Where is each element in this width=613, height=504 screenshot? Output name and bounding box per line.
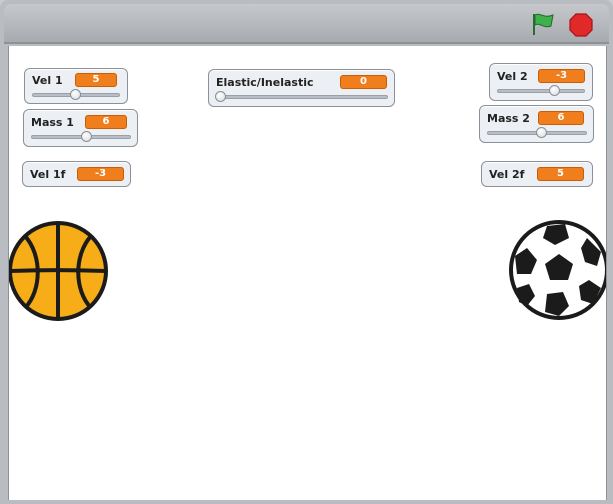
monitor-value: 6: [85, 115, 127, 129]
monitor-label: Mass 2: [487, 112, 530, 125]
basketball-sprite[interactable]: [9, 220, 111, 324]
monitor-label: Vel 1f: [30, 168, 66, 181]
slider-knob[interactable]: [81, 131, 92, 142]
monitor-label: Mass 1: [31, 116, 74, 129]
soccer-ball-sprite[interactable]: [507, 218, 606, 322]
monitor-vel2: Vel 2 -3: [489, 63, 593, 101]
stage[interactable]: Vel 1 5 Mass 1 6 Elastic/Inelastic 0 Vel…: [8, 46, 607, 500]
monitor-value: -3: [77, 167, 124, 181]
soccer-ball-icon: [509, 220, 606, 320]
slider-track[interactable]: [497, 89, 585, 93]
monitor-label: Elastic/Inelastic: [216, 76, 314, 89]
monitor-label: Vel 1: [32, 74, 63, 87]
slider-knob[interactable]: [70, 89, 81, 100]
monitor-label: Vel 2: [497, 70, 528, 83]
monitor-vel1: Vel 1 5: [24, 68, 128, 104]
monitor-mass2: Mass 2 6: [479, 105, 594, 143]
monitor-label: Vel 2f: [489, 168, 525, 181]
monitor-vel2f: Vel 2f 5: [481, 161, 593, 187]
stop-button[interactable]: [569, 13, 593, 37]
basketball-icon: [9, 221, 108, 321]
stop-sign-icon: [569, 13, 593, 37]
monitor-value: -3: [538, 69, 585, 83]
scratch-player-window: Vel 1 5 Mass 1 6 Elastic/Inelastic 0 Vel…: [0, 0, 613, 504]
green-flag-button[interactable]: [529, 11, 557, 37]
monitor-value: 5: [75, 73, 117, 87]
monitor-vel1f: Vel 1f -3: [22, 161, 131, 187]
slider-knob[interactable]: [215, 91, 226, 102]
slider-track[interactable]: [216, 95, 388, 99]
monitor-elastic-inelastic: Elastic/Inelastic 0: [208, 69, 395, 107]
slider-knob[interactable]: [549, 85, 560, 96]
monitor-mass1: Mass 1 6: [23, 109, 138, 147]
monitor-value: 5: [537, 167, 584, 181]
player-toolbar: [4, 4, 609, 44]
slider-knob[interactable]: [536, 127, 547, 138]
monitor-value: 0: [340, 75, 387, 89]
monitor-value: 6: [538, 111, 584, 125]
green-flag-icon: [533, 13, 554, 35]
